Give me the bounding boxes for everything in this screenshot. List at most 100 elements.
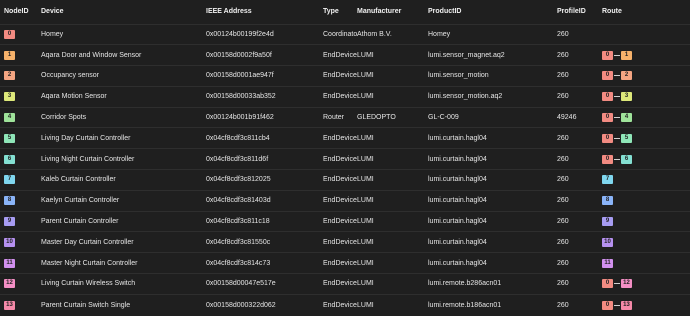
node-id-badge: 3: [4, 92, 15, 102]
table-row[interactable]: 6 Living Night Curtain Controller 0x04cf8c…: [0, 148, 690, 170]
node-id-cell: 6: [0, 149, 41, 170]
node-id-cell: 9: [0, 211, 41, 232]
zigbee-devices-table: NodeID Device IEEE Address Type Manufact…: [0, 0, 690, 315]
node-id-badge: 7: [4, 175, 15, 185]
device-type-cell: EndDevice: [323, 218, 357, 226]
table-body: 0 Homey 0x00124b00199f2e4d Coordinator Athom…: [0, 24, 690, 315]
device-name-cell: Parent Curtain Controller: [41, 218, 119, 226]
route-hop-badge: 0: [602, 300, 613, 310]
device-name-cell: Living Night Curtain Controller: [41, 155, 135, 163]
table-row[interactable]: 1 Aqara Door and Window Sensor 0x00158d000…: [0, 44, 690, 66]
header-ieee-address[interactable]: IEEE Address: [206, 0, 323, 24]
route-cell: 10: [602, 232, 690, 253]
route-hop-badge: 0: [602, 113, 613, 123]
manufacturer-cell: LUMI: [357, 155, 374, 163]
ieee-address-cell: 0x00124b001b91f462: [206, 114, 274, 122]
table-row[interactable]: 3 Aqara Motion Sensor 0x00158d00033ab352 En…: [0, 86, 690, 107]
node-id-badge: 11: [4, 258, 15, 268]
node-id-badge: 12: [4, 279, 15, 289]
ieee-address-cell: 0x00158d00033ab352: [206, 93, 276, 101]
device-name-cell: Living Day Curtain Controller: [41, 134, 131, 142]
profile-id-cell: 260: [557, 93, 569, 101]
node-id-badge: 4: [4, 113, 15, 123]
route-hop-badge: 0: [602, 92, 613, 102]
device-name-cell: Occupancy sensor: [41, 72, 99, 80]
route-hop-badge: 4: [621, 113, 632, 123]
manufacturer-cell: LUMI: [357, 134, 374, 142]
table-row[interactable]: 2 Occupancy sensor 0x00158d0001ae947f EndDe…: [0, 65, 690, 87]
device-name-cell: Aqara Door and Window Sensor: [41, 51, 142, 59]
route-cell: 11: [602, 253, 690, 274]
header-node-id[interactable]: NodeID: [0, 0, 41, 24]
profile-id-cell: 260: [557, 30, 569, 38]
route-connector: [614, 158, 620, 160]
header-type[interactable]: Type: [323, 0, 357, 24]
header-profile-id[interactable]: ProfileID: [557, 0, 602, 24]
ieee-address-cell: 0x00158d000322d062: [206, 301, 276, 309]
device-name-cell: Corridor Spots: [41, 114, 87, 122]
manufacturer-cell: LUMI: [357, 197, 374, 205]
node-id-badge: 5: [4, 133, 15, 143]
node-id-cell: 3: [0, 86, 41, 107]
profile-id-cell: 260: [557, 51, 569, 59]
profile-id-cell: 260: [557, 301, 569, 309]
node-id-badge: 13: [4, 300, 15, 310]
device-name-cell: Kaelyn Curtain Controller: [41, 197, 120, 205]
manufacturer-cell: LUMI: [357, 93, 374, 101]
device-type-cell: Router: [323, 114, 345, 122]
route-hop-badge: 5: [621, 133, 632, 143]
profile-id-cell: 260: [557, 134, 569, 142]
node-id-cell: 0: [0, 24, 41, 45]
product-id-cell: lumi.curtain.hagl04: [428, 238, 487, 246]
header-manufacturer[interactable]: Manufacturer: [357, 0, 428, 24]
table-row[interactable]: 12 Living Curtain Wireless Switch 0x00158d…: [0, 273, 690, 295]
route-cell: 03: [602, 86, 690, 107]
node-id-cell: 7: [0, 170, 41, 191]
profile-id-cell: 260: [557, 197, 569, 205]
manufacturer-cell: LUMI: [357, 218, 374, 226]
product-id-cell: lumi.sensor_motion.aq2: [428, 93, 503, 101]
manufacturer-cell: Athom B.V.: [357, 30, 392, 38]
manufacturer-cell: LUMI: [357, 72, 374, 80]
route-hop-badge: 0: [602, 133, 613, 143]
header-device[interactable]: Device: [41, 0, 206, 24]
route-connector: [614, 96, 620, 98]
product-id-cell: Homey: [428, 30, 451, 38]
route-cell: [602, 24, 690, 45]
manufacturer-cell: LUMI: [357, 280, 374, 288]
node-id-badge: 1: [4, 50, 15, 60]
node-id-cell: 4: [0, 107, 41, 128]
manufacturer-cell: LUMI: [357, 51, 374, 59]
device-type-cell: EndDevice: [323, 176, 357, 184]
table-row[interactable]: 9 Parent Curtain Controller 0x04cf8cdf3c81…: [0, 211, 690, 232]
node-id-badge: 2: [4, 71, 15, 81]
device-type-cell: EndDevice: [323, 238, 357, 246]
route-hop-badge: 7: [602, 175, 613, 185]
table-row[interactable]: 5 Living Day Curtain Controller 0x04cf8cdf…: [0, 127, 690, 149]
device-type-cell: EndDevice: [323, 155, 357, 163]
ieee-address-cell: 0x04cf8cdf3c811c18: [206, 218, 270, 226]
table-row[interactable]: 11 Master Night Curtain Controller 0x04cf8…: [0, 252, 690, 274]
route-hop-badge: 12: [621, 279, 632, 289]
product-id-cell: lumi.curtain.hagl04: [428, 155, 487, 163]
table-row[interactable]: 13 Parent Curtain Switch Single 0x00158d00…: [0, 294, 690, 315]
table-row[interactable]: 0 Homey 0x00124b00199f2e4d Coordinator Athom…: [0, 24, 690, 45]
table-row[interactable]: 8 Kaelyn Curtain Controller 0x04cf8cdf3c81…: [0, 190, 690, 211]
route-hop-badge: 1: [621, 50, 632, 60]
ieee-address-cell: 0x00158d0002f9a50f: [206, 51, 272, 59]
route-connector: [614, 304, 620, 306]
table-row[interactable]: 10 Master Day Curtain Controller 0x04cf8cd…: [0, 231, 690, 253]
node-id-cell: 11: [0, 253, 41, 274]
product-id-cell: lumi.curtain.hagl04: [428, 134, 487, 142]
manufacturer-cell: GLEDOPTO: [357, 114, 396, 122]
table-row[interactable]: 7 Kaleb Curtain Controller 0x04cf8cdf3c812…: [0, 169, 690, 191]
header-route[interactable]: Route: [602, 0, 690, 24]
profile-id-cell: 260: [557, 280, 569, 288]
ieee-address-cell: 0x04cf8cdf3c812025: [206, 176, 271, 184]
product-id-cell: lumi.remote.b186acn01: [428, 301, 502, 309]
header-product-id[interactable]: ProductID: [428, 0, 557, 24]
device-type-cell: EndDevice: [323, 51, 357, 59]
table-row[interactable]: 4 Corridor Spots 0x00124b001b91f462 Router G…: [0, 107, 690, 128]
device-type-cell: EndDevice: [323, 197, 357, 205]
node-id-badge: 8: [4, 196, 15, 206]
